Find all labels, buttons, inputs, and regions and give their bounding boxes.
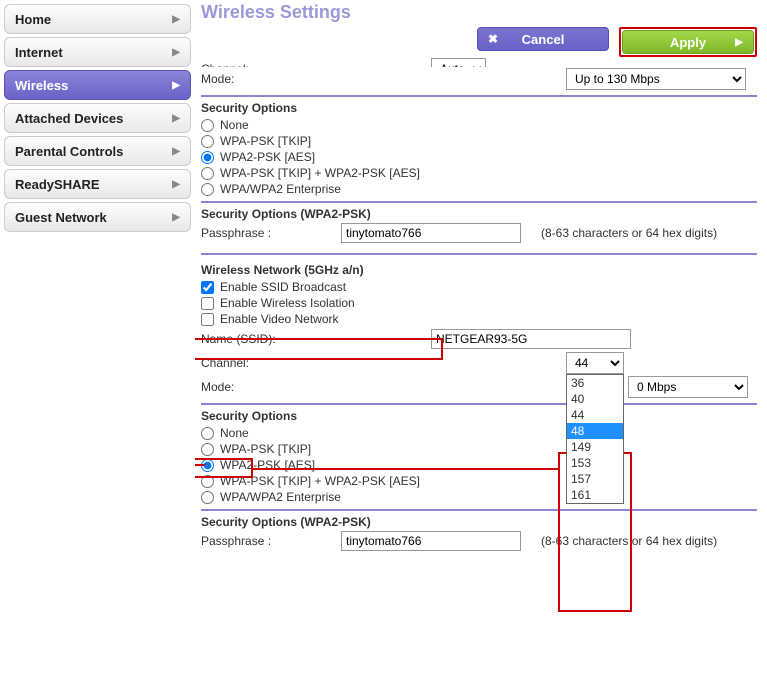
sidebar-item-guest-network[interactable]: Guest Network ▶ xyxy=(4,202,191,232)
channel5-label: Channel: xyxy=(201,356,249,370)
sidebar-item-label: Internet xyxy=(15,45,63,60)
sidebar-item-label: Parental Controls xyxy=(15,144,123,159)
sidebar-item-label: Guest Network xyxy=(15,210,107,225)
security24-wpa-both-radio[interactable] xyxy=(201,167,214,180)
security24-wpa-ent-label: WPA/WPA2 Enterprise xyxy=(220,182,341,196)
divider xyxy=(201,95,757,97)
security24-wpa2-aes-radio[interactable] xyxy=(201,151,214,164)
chevron-right-icon: ▶ xyxy=(735,37,743,48)
video-net-checkbox[interactable] xyxy=(201,313,214,326)
channel5-dropdown-list: 36 40 44 48 149 153 157 161 xyxy=(566,374,624,504)
sidebar-item-attached-devices[interactable]: Attached Devices ▶ xyxy=(4,103,191,133)
mode5-label: Mode: xyxy=(201,380,431,394)
security24-wpa-tkip-label: WPA-PSK [TKIP] xyxy=(220,134,311,148)
apply-button[interactable]: Apply ▶ xyxy=(622,30,754,54)
channel5-select[interactable]: 44 xyxy=(566,352,624,374)
channel24-label: Channel: xyxy=(201,62,431,67)
security5-wpa-ent-label: WPA/WPA2 Enterprise xyxy=(220,490,341,504)
ssid5-label: Name (SSID): xyxy=(201,332,431,346)
security5-wpa-ent-radio[interactable] xyxy=(201,491,214,504)
video-net-label: Enable Video Network xyxy=(220,312,339,326)
security5-header: Security Options xyxy=(201,409,757,423)
divider xyxy=(201,509,757,511)
security5-none-label: None xyxy=(220,426,249,440)
sidebar-item-wireless[interactable]: Wireless ▶ xyxy=(4,70,191,100)
sidebar-item-label: Home xyxy=(15,12,51,27)
security24-none-radio[interactable] xyxy=(201,119,214,132)
sidebar-item-internet[interactable]: Internet ▶ xyxy=(4,37,191,67)
ssid5-input[interactable] xyxy=(431,329,631,349)
chevron-right-icon: ▶ xyxy=(172,14,180,25)
chevron-right-icon: ▶ xyxy=(172,146,180,157)
security5-none-radio[interactable] xyxy=(201,427,214,440)
sidebar-item-home[interactable]: Home ▶ xyxy=(4,4,191,34)
security24-wpa-ent-radio[interactable] xyxy=(201,183,214,196)
security24-header: Security Options xyxy=(201,101,757,115)
cancel-button[interactable]: ✖ Cancel xyxy=(477,27,609,51)
apply-highlight: Apply ▶ xyxy=(619,27,757,57)
channel5-option[interactable]: 48 xyxy=(567,423,623,439)
wireless-iso-label: Enable Wireless Isolation xyxy=(220,296,355,310)
channel5-option[interactable]: 153 xyxy=(567,455,623,471)
chevron-right-icon: ▶ xyxy=(172,179,180,190)
pass24-hint: (8-63 characters or 64 hex digits) xyxy=(541,226,717,240)
ssid-broadcast-checkbox[interactable] xyxy=(201,281,214,294)
channel24-select[interactable]: Auto xyxy=(431,58,486,67)
divider xyxy=(201,253,757,255)
chevron-right-icon: ▶ xyxy=(172,113,180,124)
sidebar-item-readyshare[interactable]: ReadySHARE ▶ xyxy=(4,169,191,199)
divider xyxy=(201,201,757,203)
chevron-right-icon: ▶ xyxy=(172,212,180,223)
net5-header: Wireless Network (5GHz a/n) xyxy=(201,263,364,277)
security5-wpa2-aes-radio[interactable] xyxy=(201,459,214,472)
page-title: Wireless Settings xyxy=(201,2,757,23)
chevron-right-icon: ▶ xyxy=(172,47,180,58)
security24-wpa2-aes-label: WPA2-PSK [AES] xyxy=(220,150,315,164)
sidebar-item-parental-controls[interactable]: Parental Controls ▶ xyxy=(4,136,191,166)
psk5-header: Security Options (WPA2-PSK) xyxy=(201,515,757,529)
main-panel: Wireless Settings ✖ Cancel Apply ▶ Chann… xyxy=(195,0,767,686)
channel5-option[interactable]: 36 xyxy=(567,375,623,391)
divider xyxy=(201,403,757,405)
mode24-label: Mode: xyxy=(201,72,431,86)
pass24-label: Passphrase : xyxy=(201,226,331,240)
ssid-broadcast-label: Enable SSID Broadcast xyxy=(220,280,346,294)
security5-wpa-tkip-label: WPA-PSK [TKIP] xyxy=(220,442,311,456)
channel5-option[interactable]: 149 xyxy=(567,439,623,455)
pass24-input[interactable] xyxy=(341,223,521,243)
sidebar-item-label: Attached Devices xyxy=(15,111,123,126)
security5-wpa-both-label: WPA-PSK [TKIP] + WPA2-PSK [AES] xyxy=(220,474,420,488)
security24-wpa-tkip-radio[interactable] xyxy=(201,135,214,148)
pass5-label: Passphrase : xyxy=(201,534,331,548)
security5-wpa2-aes-label: WPA2-PSK [AES] xyxy=(220,458,315,472)
channel5-option[interactable]: 161 xyxy=(567,487,623,503)
psk24-header: Security Options (WPA2-PSK) xyxy=(201,207,757,221)
close-icon: ✖ xyxy=(488,32,498,46)
chevron-right-icon: ▶ xyxy=(172,80,180,91)
security5-wpa-both-radio[interactable] xyxy=(201,475,214,488)
channel5-option[interactable]: 40 xyxy=(567,391,623,407)
mode24-select[interactable]: Up to 130 Mbps xyxy=(566,68,746,90)
channel5-option[interactable]: 157 xyxy=(567,471,623,487)
wireless-iso-checkbox[interactable] xyxy=(201,297,214,310)
security24-none-label: None xyxy=(220,118,249,132)
sidebar-item-label: Wireless xyxy=(15,78,68,93)
action-buttons: ✖ Cancel Apply ▶ xyxy=(201,27,757,57)
cancel-label: Cancel xyxy=(522,32,565,47)
security5-wpa-tkip-radio[interactable] xyxy=(201,443,214,456)
security24-wpa-both-label: WPA-PSK [TKIP] + WPA2-PSK [AES] xyxy=(220,166,420,180)
channel5-option[interactable]: 44 xyxy=(567,407,623,423)
mode5-select[interactable]: 0 Mbps xyxy=(628,376,748,398)
pass5-input[interactable] xyxy=(341,531,521,551)
apply-label: Apply xyxy=(670,35,706,50)
sidebar: Home ▶ Internet ▶ Wireless ▶ Attached Devic… xyxy=(0,0,195,686)
sidebar-item-label: ReadySHARE xyxy=(15,177,100,192)
pass5-hint: (8-63 characters or 64 hex digits) xyxy=(541,534,717,548)
